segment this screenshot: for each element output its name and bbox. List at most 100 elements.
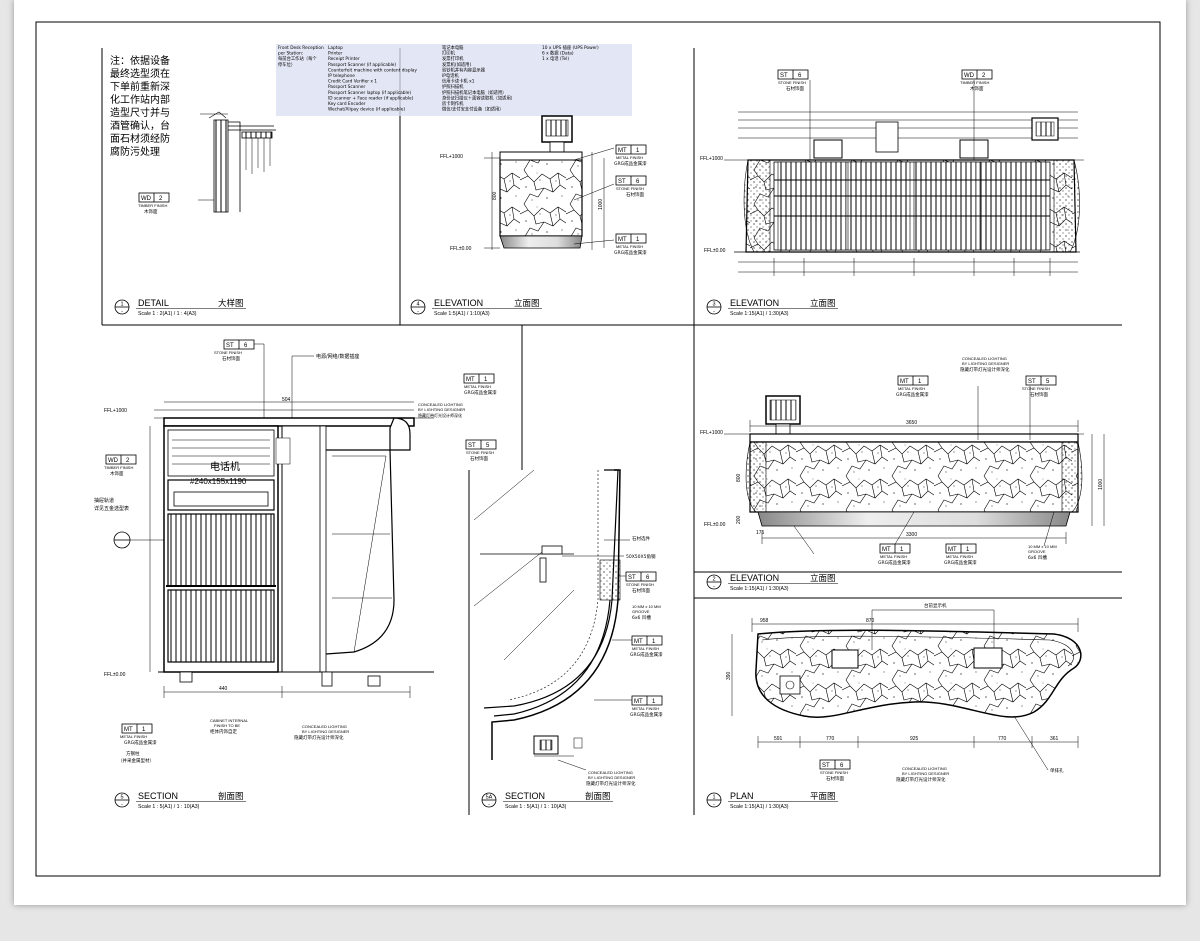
elevation-3-drawing [724,80,1084,276]
title-scale: Scale 1 : 5(A1) / 1 : 10(A3) [505,804,567,810]
equipment-item: Receipt Printer [328,56,360,62]
lighting-by: BY LIGHTING DESIGNER [902,771,949,776]
note-line-6: 面石材须经防 [110,132,170,145]
tag-code: MT [634,699,643,705]
equipment-item: per Station: [278,51,303,57]
groove-cn: 6x6 凹槽 [1028,554,1047,561]
title-text: ELEVATION [434,298,483,308]
tag-label: STONE FINISH [466,450,494,455]
title-number: 1 [120,302,123,308]
tag-label: STONE FINISH [820,770,848,775]
dim-958: 958 [760,618,769,624]
tag-code: MT [948,547,957,553]
equipment-item: Printer [328,51,343,57]
lighting-cn: 隐藏灯带灯光设计师深化 [586,780,636,787]
tag-label: TIMBER FINISH [104,465,133,470]
title-block: 2- ELEVATION 立面图 Scale 1:15(A1) / 1:30(A3) [706,573,838,592]
tag-st6-plan: ST 6 STONE FINISH 石材饰面 [819,759,851,782]
title-text: PLAN [730,791,754,801]
rail-label-1: 抽屉轨道 [94,497,114,504]
title-scale: Scale 1 : 2(A1) / 1 : 4(A3) [138,311,197,317]
tag-label: STONE FINISH [626,582,654,587]
tag-st6-elev4: ST 6 STONE FINISH 石材饰面 [615,175,647,198]
dim-925: 925 [910,736,919,742]
tag-code: MT [124,727,133,733]
title-block: 5A- SECTION 剖面图 Scale 1 : 5(A1) / 1 : 10(A3… [481,791,613,810]
title-number: 5 [120,795,123,801]
design-note: 注：依据设备 最终选型须在 下单前重新深 化工作站内部 造型尺寸并与 酒管确认，… [110,54,170,158]
tag-label: METAL FINISH [120,734,147,739]
note-line-7: 腐防污处理 [110,145,160,158]
title-sheet: - [713,309,715,315]
tag-label: METAL FINISH [616,244,643,249]
tag-cn: 石材饰面 [786,85,804,92]
dim-3650: 3650 [906,420,917,426]
equipment-item: 房卡制作机 [442,100,464,107]
equipment-item: Passport Scanner laptop (if applicable) [328,90,411,96]
tag-label: METAL FINISH [632,646,659,651]
title-cn: 平面图 [810,792,836,802]
title-block: 5- SECTION 剖面图 Scale 1 : 5(A1) / 1 : 10(A3) [114,791,246,810]
level-ffl1000: FFL+1000 [700,156,723,162]
tag-cn: 石材饰面 [222,355,240,362]
title-scale: Scale 1 : 5(A1) / 1 : 10(A3) [138,804,200,810]
cabinet-size: #240x155x1190 [190,477,247,486]
tag-cn: GRG成品金属漆 [878,559,911,566]
dim-504: 504 [282,397,291,403]
equipment-item: IP telephone [328,73,355,79]
note-line-3: 化工作站内部 [110,93,170,106]
title-sheet: - [488,802,490,808]
power-label: 电源/网络/数据插座 [316,353,359,360]
elevation-2-drawing [724,386,1105,555]
tag-label: STONE FINISH [1022,386,1050,391]
tag-code: WD [108,458,119,464]
equipment-item: 打印机 [442,50,456,57]
title-text: DETAIL [138,298,169,308]
title-cn: 剖面图 [585,791,611,802]
tag-cn: 石材饰面 [470,455,488,462]
title-scale: Scale 1:15(A1) / 1:30(A3) [730,586,789,592]
dim-770b: 770 [998,736,1007,742]
tag-st6-5a: ST 6 STONE FINISH 石材饰面 [618,571,657,594]
level-ffl0: FFL±0.00 [704,522,726,528]
lighting-cn: 隐藏灯带灯光设计师深化 [418,412,462,418]
tag-st5-elev2: ST 5 STONE FINISH 石材饰面 [1022,375,1057,398]
bottom-label-1: 方钢柱 [126,750,140,757]
equipment-item: 身份证扫描仪＋面容读取机（如适用） [442,94,515,101]
equipment-item: 10 x UPS 插座 (UPS Power) [542,44,599,51]
title-number: 3 [712,302,715,308]
dim-591: 591 [774,736,783,742]
detail-drawing [198,111,276,213]
title-sheet: - [121,309,123,315]
bottom-label-2: （并采金属型材） [118,757,154,764]
tag-cn: 石材饰面 [826,775,844,782]
equipment-item: 信用卡读卡机 x1 [442,78,475,85]
dim-800: 800 [736,473,742,482]
note-line-5: 酒管确认，台 [110,119,170,132]
title-number: 5A [486,795,493,801]
elevation-4-drawing: FFL+1000 FFL±0.00 800 1000 [440,115,615,252]
tag-cn: GRG成品金属漆 [630,711,663,718]
section-5-drawing [113,401,434,698]
groove-label: GROOVE [1028,549,1046,554]
title-text: ELEVATION [730,573,779,583]
tag-cn: 石材饰面 [1030,391,1048,398]
tag-code: MT [618,148,627,154]
dim-440: 440 [219,686,228,692]
tv-note: 台前显示机 [924,602,947,609]
section-5a-drawing [473,469,621,760]
note-line-0: 注：依据设备 [110,54,170,67]
tag-mt1-elev2-top: MT 1 METAL FINISH GRG成品金属漆 [896,375,929,398]
cabinet-internal-cn: 柜体内饰自定 [210,728,237,735]
tag-code: MT [900,379,909,385]
tag-st6-section: ST 6 STONE FINISH 石材饰面 [214,339,265,418]
tag-label: METAL FINISH [616,155,643,160]
tag-mt1-5a-b: MT 1 METAL FINISH GRG成品金属漆 [594,695,663,718]
equipment-item: 笔记本电脑 [442,44,464,51]
dim-3300: 3300 [906,532,917,538]
title-cn: 大样图 [218,298,244,309]
title-cn: 立面图 [810,573,836,584]
lighting-by: BY LIGHTING DESIGNER [418,407,465,412]
equipment-item: Front Desk Reception [278,45,324,51]
equipment-item: Laptop [328,45,343,51]
